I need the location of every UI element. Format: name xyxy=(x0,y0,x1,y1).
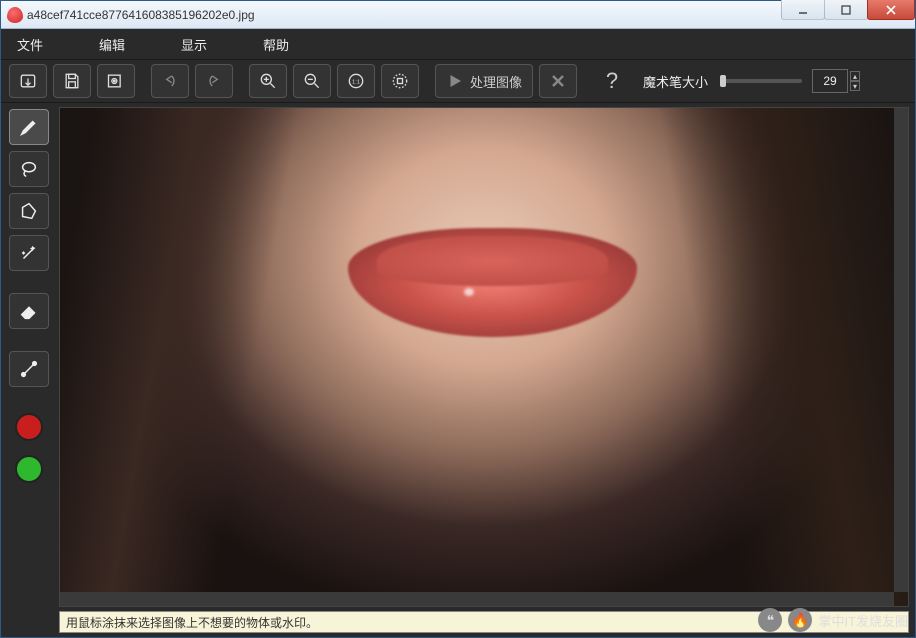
lasso-tool[interactable] xyxy=(9,151,49,187)
app-icon xyxy=(7,7,23,23)
avatar-icon: 🔥 xyxy=(788,608,812,632)
marker-tool[interactable] xyxy=(9,109,49,145)
close-button[interactable] xyxy=(867,0,915,20)
spin-up-icon[interactable]: ▴ xyxy=(850,71,860,81)
horizontal-scrollbar[interactable] xyxy=(60,592,894,606)
zoom-out-button[interactable] xyxy=(293,64,331,98)
process-label: 处理图像 xyxy=(470,72,522,91)
cancel-button[interactable] xyxy=(539,64,577,98)
watermark: ❝ 🔥 掌中IT发烧友圈 xyxy=(758,608,908,632)
spin-down-icon[interactable]: ▾ xyxy=(850,81,860,91)
toolbar: 1:1 处理图像 ? 魔术笔大小 ▴▾ xyxy=(1,59,915,103)
image-content xyxy=(60,108,908,606)
canvas-area: 用鼠标涂抹来选择图像上不想要的物体或水印。 xyxy=(57,103,915,637)
titlebar-filename: a48cef741cce877641608385196202e0.jpg xyxy=(27,8,782,22)
preview-button[interactable] xyxy=(97,64,135,98)
content-area: 用鼠标涂抹来选择图像上不想要的物体或水印。 xyxy=(1,103,915,637)
zoom-fit-button[interactable] xyxy=(381,64,419,98)
brush-size-label: 魔术笔大小 xyxy=(643,72,708,91)
brush-size-input[interactable] xyxy=(812,69,848,93)
maximize-button[interactable] xyxy=(824,0,868,20)
app-window: a48cef741cce877641608385196202e0.jpg 文件 … xyxy=(0,0,916,638)
mask-color-red[interactable] xyxy=(9,409,49,445)
process-button[interactable]: 处理图像 xyxy=(435,64,533,98)
wechat-icon: ❝ xyxy=(758,608,782,632)
open-button[interactable] xyxy=(9,64,47,98)
brush-size-slider[interactable] xyxy=(720,79,802,83)
save-button[interactable] xyxy=(53,64,91,98)
watermark-text: 掌中IT发烧友圈 xyxy=(818,611,908,630)
menu-edit[interactable]: 编辑 xyxy=(91,31,133,58)
zoom-in-button[interactable] xyxy=(249,64,287,98)
vertical-scrollbar[interactable] xyxy=(894,108,908,592)
magic-wand-tool[interactable] xyxy=(9,235,49,271)
tool-sidebar xyxy=(1,103,57,637)
polygon-tool[interactable] xyxy=(9,193,49,229)
minimize-button[interactable] xyxy=(781,0,825,20)
menu-help[interactable]: 帮助 xyxy=(255,31,297,58)
menu-view[interactable]: 显示 xyxy=(173,31,215,58)
undo-button[interactable] xyxy=(151,64,189,98)
mask-color-green[interactable] xyxy=(9,451,49,487)
menubar: 文件 编辑 显示 帮助 xyxy=(1,29,915,59)
titlebar[interactable]: a48cef741cce877641608385196202e0.jpg xyxy=(1,1,915,29)
eraser-tool[interactable] xyxy=(9,293,49,329)
line-tool[interactable] xyxy=(9,351,49,387)
redo-button[interactable] xyxy=(195,64,233,98)
image-canvas[interactable] xyxy=(59,107,909,607)
window-controls xyxy=(782,1,915,28)
help-button[interactable]: ? xyxy=(593,64,631,98)
svg-text:1:1: 1:1 xyxy=(352,80,360,86)
menu-file[interactable]: 文件 xyxy=(9,31,51,58)
zoom-actual-button[interactable]: 1:1 xyxy=(337,64,375,98)
status-hint: 用鼠标涂抹来选择图像上不想要的物体或水印。 xyxy=(66,614,318,631)
brush-size-spinner[interactable]: ▴▾ xyxy=(812,69,860,93)
